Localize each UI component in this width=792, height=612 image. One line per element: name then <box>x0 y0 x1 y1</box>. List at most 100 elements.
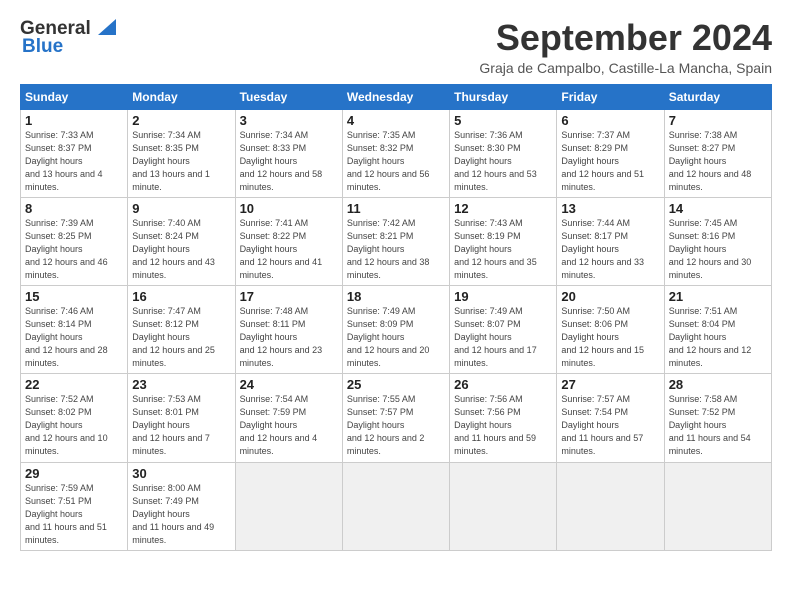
day-info: Sunrise: 7:34 AMSunset: 8:35 PMDaylight … <box>132 130 210 192</box>
logo-icon <box>94 17 116 37</box>
day-info: Sunrise: 7:40 AMSunset: 8:24 PMDaylight … <box>132 218 215 280</box>
table-row: 12 Sunrise: 7:43 AMSunset: 8:19 PMDayligh… <box>450 197 557 285</box>
day-info: Sunrise: 7:38 AMSunset: 8:27 PMDaylight … <box>669 130 752 192</box>
table-row: 4Sunrise: 7:35 AMSunset: 8:32 PMDaylight… <box>342 109 449 197</box>
table-row: 14 Sunrise: 7:45 AMSunset: 8:16 PMDayligh… <box>664 197 771 285</box>
day-info: Sunrise: 7:49 AMSunset: 8:09 PMDaylight … <box>347 306 430 368</box>
table-row: 23 Sunrise: 7:53 AMSunset: 8:01 PMDayligh… <box>128 374 235 462</box>
day-info: Sunrise: 7:58 AMSunset: 7:52 PMDaylight … <box>669 394 751 456</box>
table-row: 10 Sunrise: 7:41 AMSunset: 8:22 PMDayligh… <box>235 197 342 285</box>
day-info: Sunrise: 7:43 AMSunset: 8:19 PMDaylight … <box>454 218 537 280</box>
day-number: 26 <box>454 377 552 392</box>
day-info: Sunrise: 7:45 AMSunset: 8:16 PMDaylight … <box>669 218 752 280</box>
day-number: 13 <box>561 201 659 216</box>
location-title: Graja de Campalbo, Castille-La Mancha, S… <box>479 60 772 76</box>
day-info: Sunrise: 7:52 AMSunset: 8:02 PMDaylight … <box>25 394 108 456</box>
day-info: Sunrise: 7:33 AMSunset: 8:37 PMDaylight … <box>25 130 103 192</box>
title-block: September 2024 Graja de Campalbo, Castil… <box>479 18 772 76</box>
table-row: 1 Sunrise: 7:33 AMSunset: 8:37 PMDaylight… <box>21 109 128 197</box>
header-sunday: Sunday <box>21 84 128 109</box>
day-info: Sunrise: 7:41 AMSunset: 8:22 PMDaylight … <box>240 218 323 280</box>
table-row: 5 Sunrise: 7:36 AMSunset: 8:30 PMDaylight… <box>450 109 557 197</box>
table-row <box>235 462 342 550</box>
table-row: 7 Sunrise: 7:38 AMSunset: 8:27 PMDaylight… <box>664 109 771 197</box>
day-number: 25 <box>347 377 445 392</box>
day-number: 4 <box>347 113 445 128</box>
day-info: Sunrise: 7:56 AMSunset: 7:56 PMDaylight … <box>454 394 536 456</box>
table-row: 22 Sunrise: 7:52 AMSunset: 8:02 PMDayligh… <box>21 374 128 462</box>
day-number: 14 <box>669 201 767 216</box>
day-info: Sunrise: 7:44 AMSunset: 8:17 PMDaylight … <box>561 218 644 280</box>
day-info: Sunrise: 7:59 AMSunset: 7:51 PMDaylight … <box>25 483 107 545</box>
logo: General Blue <box>20 18 116 58</box>
day-number: 1 <box>25 113 123 128</box>
day-number: 20 <box>561 289 659 304</box>
day-number: 30 <box>132 466 230 481</box>
day-number: 16 <box>132 289 230 304</box>
table-row: 26 Sunrise: 7:56 AMSunset: 7:56 PMDayligh… <box>450 374 557 462</box>
table-row: 17Sunrise: 7:48 AMSunset: 8:11 PMDayligh… <box>235 286 342 374</box>
day-number: 19 <box>454 289 552 304</box>
day-info: Sunrise: 7:51 AMSunset: 8:04 PMDaylight … <box>669 306 752 368</box>
header-monday: Monday <box>128 84 235 109</box>
day-number: 28 <box>669 377 767 392</box>
day-info: Sunrise: 7:57 AMSunset: 7:54 PMDaylight … <box>561 394 643 456</box>
day-number: 7 <box>669 113 767 128</box>
day-number: 11 <box>347 201 445 216</box>
day-info: Sunrise: 7:48 AMSunset: 8:11 PMDaylight … <box>240 306 323 368</box>
table-row: 30 Sunrise: 8:00 AMSunset: 7:49 PMDayligh… <box>128 462 235 550</box>
table-row: 18 Sunrise: 7:49 AMSunset: 8:09 PMDayligh… <box>342 286 449 374</box>
day-number: 6 <box>561 113 659 128</box>
table-row: 25Sunrise: 7:55 AMSunset: 7:57 PMDayligh… <box>342 374 449 462</box>
day-number: 5 <box>454 113 552 128</box>
day-info: Sunrise: 7:34 AMSunset: 8:33 PMDaylight … <box>240 130 323 192</box>
day-info: Sunrise: 7:54 AMSunset: 7:59 PMDaylight … <box>240 394 318 456</box>
day-number: 18 <box>347 289 445 304</box>
table-row: 20Sunrise: 7:50 AMSunset: 8:06 PMDayligh… <box>557 286 664 374</box>
table-row: 6 Sunrise: 7:37 AMSunset: 8:29 PMDaylight… <box>557 109 664 197</box>
table-row: 15 Sunrise: 7:46 AMSunset: 8:14 PMDayligh… <box>21 286 128 374</box>
table-row: 3 Sunrise: 7:34 AMSunset: 8:33 PMDaylight… <box>235 109 342 197</box>
calendar: Sunday Monday Tuesday Wednesday Thursday… <box>20 84 772 551</box>
table-row: 29 Sunrise: 7:59 AMSunset: 7:51 PMDayligh… <box>21 462 128 550</box>
table-row: 2 Sunrise: 7:34 AMSunset: 8:35 PMDaylight… <box>128 109 235 197</box>
table-row <box>664 462 771 550</box>
header-thursday: Thursday <box>450 84 557 109</box>
table-row: 21 Sunrise: 7:51 AMSunset: 8:04 PMDayligh… <box>664 286 771 374</box>
day-info: Sunrise: 7:49 AMSunset: 8:07 PMDaylight … <box>454 306 537 368</box>
day-number: 27 <box>561 377 659 392</box>
day-number: 3 <box>240 113 338 128</box>
weekday-header-row: Sunday Monday Tuesday Wednesday Thursday… <box>21 84 772 109</box>
table-row: 13 Sunrise: 7:44 AMSunset: 8:17 PMDayligh… <box>557 197 664 285</box>
table-row: 8 Sunrise: 7:39 AMSunset: 8:25 PMDaylight… <box>21 197 128 285</box>
day-number: 23 <box>132 377 230 392</box>
day-number: 9 <box>132 201 230 216</box>
table-row <box>342 462 449 550</box>
day-number: 21 <box>669 289 767 304</box>
day-info: Sunrise: 7:46 AMSunset: 8:14 PMDaylight … <box>25 306 108 368</box>
table-row: 9 Sunrise: 7:40 AMSunset: 8:24 PMDaylight… <box>128 197 235 285</box>
header-saturday: Saturday <box>664 84 771 109</box>
day-number: 29 <box>25 466 123 481</box>
day-info: Sunrise: 8:00 AMSunset: 7:49 PMDaylight … <box>132 483 214 545</box>
table-row: 24Sunrise: 7:54 AMSunset: 7:59 PMDayligh… <box>235 374 342 462</box>
day-info: Sunrise: 7:47 AMSunset: 8:12 PMDaylight … <box>132 306 215 368</box>
day-info: Sunrise: 7:37 AMSunset: 8:29 PMDaylight … <box>561 130 644 192</box>
day-number: 10 <box>240 201 338 216</box>
day-number: 22 <box>25 377 123 392</box>
day-number: 2 <box>132 113 230 128</box>
day-number: 15 <box>25 289 123 304</box>
table-row: 19 Sunrise: 7:49 AMSunset: 8:07 PMDayligh… <box>450 286 557 374</box>
day-info: Sunrise: 7:42 AMSunset: 8:21 PMDaylight … <box>347 218 430 280</box>
table-row: 16 Sunrise: 7:47 AMSunset: 8:12 PMDayligh… <box>128 286 235 374</box>
day-number: 8 <box>25 201 123 216</box>
month-title: September 2024 <box>479 18 772 58</box>
header-tuesday: Tuesday <box>235 84 342 109</box>
table-row: 11 Sunrise: 7:42 AMSunset: 8:21 PMDayligh… <box>342 197 449 285</box>
day-info: Sunrise: 7:39 AMSunset: 8:25 PMDaylight … <box>25 218 108 280</box>
table-row <box>557 462 664 550</box>
day-info: Sunrise: 7:53 AMSunset: 8:01 PMDaylight … <box>132 394 210 456</box>
day-info: Sunrise: 7:36 AMSunset: 8:30 PMDaylight … <box>454 130 537 192</box>
header-friday: Friday <box>557 84 664 109</box>
day-number: 12 <box>454 201 552 216</box>
